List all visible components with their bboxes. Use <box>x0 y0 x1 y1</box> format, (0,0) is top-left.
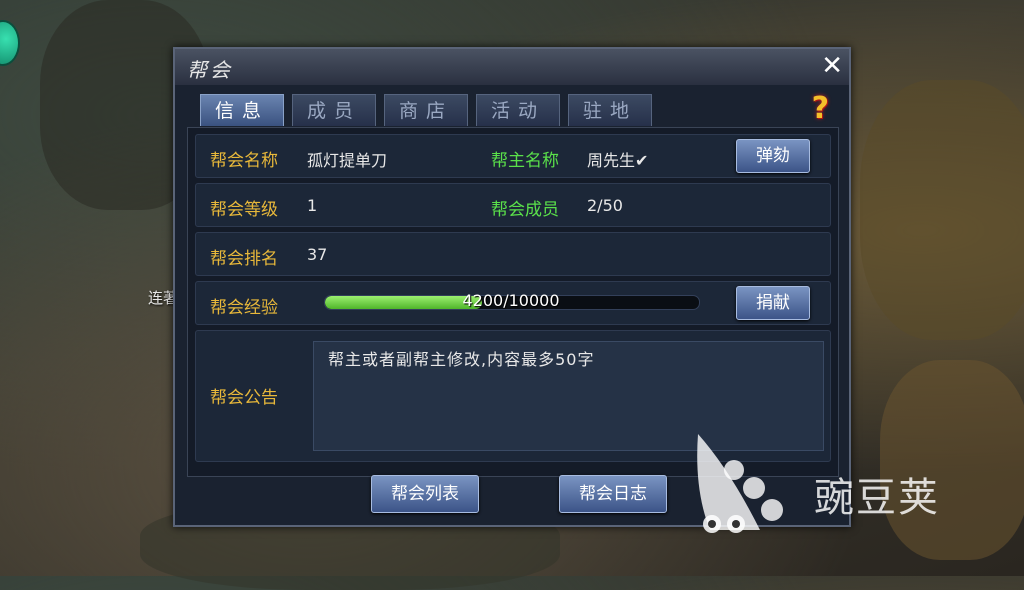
exp-label: 帮会经验 <box>210 298 278 318</box>
donate-button[interactable]: 捐献 <box>736 286 810 320</box>
notice-text: 帮主或者副帮主修改,内容最多50字 <box>328 350 595 369</box>
help-icon[interactable]: ? <box>812 91 829 126</box>
tab-shop[interactable]: 商店 <box>384 94 468 126</box>
watermark-text: 豌豆荚 <box>814 475 940 521</box>
members-value: 2/50 <box>587 196 623 215</box>
guild-list-button[interactable]: 帮会列表 <box>371 475 479 513</box>
members-label: 帮会成员 <box>491 200 559 220</box>
tab-activities[interactable]: 活动 <box>476 94 560 126</box>
tab-station[interactable]: 驻地 <box>568 94 652 126</box>
pea-logo-icon <box>697 434 783 533</box>
panel-title: 帮会 <box>187 58 233 82</box>
row-exp: 帮会经验 4200/10000 捐献 <box>195 281 831 325</box>
leader-label: 帮主名称 <box>491 151 559 171</box>
tree-right <box>860 80 1024 340</box>
row-name: 帮会名称 孤灯提单刀 帮主名称 周先生✔ 弹劾 <box>195 134 831 178</box>
guild-log-button[interactable]: 帮会日志 <box>559 475 667 513</box>
title-bar: 帮会 ✕ <box>175 49 849 85</box>
impeach-button[interactable]: 弹劾 <box>736 139 810 173</box>
rank-label: 帮会排名 <box>210 249 278 269</box>
info-content: 帮会名称 孤灯提单刀 帮主名称 周先生✔ 弹劾 帮会等级 1 帮会成员 2/50… <box>187 127 839 477</box>
rank-value: 37 <box>307 245 328 264</box>
guild-name-value: 孤灯提单刀 <box>307 151 388 170</box>
row-rank: 帮会排名 37 <box>195 232 831 276</box>
tab-info[interactable]: 信息 <box>200 94 284 126</box>
close-icon[interactable]: ✕ <box>821 51 843 81</box>
watermark: 豌豆荚 <box>690 430 1000 540</box>
level-value: 1 <box>307 196 318 215</box>
notice-label: 帮会公告 <box>210 388 278 408</box>
row-level: 帮会等级 1 帮会成员 2/50 <box>195 183 831 227</box>
level-label: 帮会等级 <box>210 200 278 220</box>
exp-value: 4200/10000 <box>462 291 560 310</box>
tab-members[interactable]: 成员 <box>292 94 376 126</box>
guild-name-label: 帮会名称 <box>210 151 278 171</box>
leader-value: 周先生✔ <box>587 151 649 170</box>
